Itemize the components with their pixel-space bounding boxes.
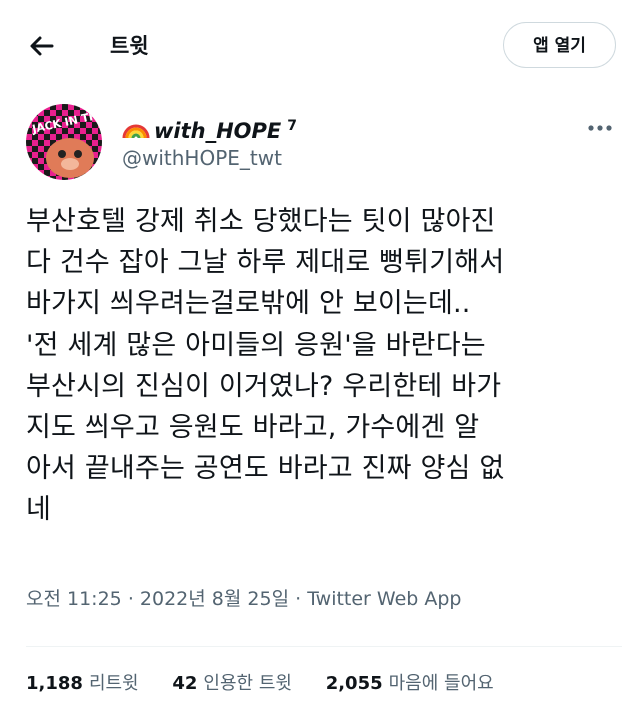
author-name[interactable]: with_HOPE 7 bbox=[122, 110, 298, 143]
tweet-text: 부산호텔 강제 취소 당했다는 팃이 많아진 다 건수 잡아 그날 하루 제대로… bbox=[26, 206, 505, 526]
likes-label: 마음에 들어요 bbox=[388, 673, 494, 694]
retweets-stat[interactable]: 1,188 리트윗 bbox=[26, 668, 139, 700]
meta-separator-2: · bbox=[295, 588, 302, 610]
avatar-image: JACK IN THE BOX bbox=[26, 104, 102, 180]
more-options-button[interactable] bbox=[582, 110, 618, 146]
more-horizontal-icon bbox=[588, 125, 612, 131]
page-title: 트윗 bbox=[110, 34, 149, 58]
quotes-label: 인용한 트윗 bbox=[203, 673, 292, 694]
quotes-stat[interactable]: 42 인용한 트윗 bbox=[172, 668, 292, 700]
back-button[interactable] bbox=[26, 30, 58, 62]
tweet-meta: 오전 11:25 · 2022년 8월 25일 · Twitter Web Ap… bbox=[26, 585, 622, 613]
tweet-source[interactable]: Twitter Web App bbox=[307, 588, 461, 610]
divider bbox=[26, 646, 622, 647]
rainbow-emoji-icon bbox=[122, 117, 150, 139]
arrow-left-icon bbox=[30, 36, 54, 56]
retweets-count: 1,188 bbox=[26, 673, 83, 694]
author-handle[interactable]: @withHOPE_twt bbox=[122, 144, 282, 172]
meta-separator: · bbox=[127, 588, 134, 610]
likes-stat[interactable]: 2,055 마음에 들어요 bbox=[326, 668, 494, 700]
top-bar: 트윗 앱 열기 bbox=[0, 0, 640, 92]
tweet-date[interactable]: 2022년 8월 25일 bbox=[140, 588, 289, 610]
open-app-button[interactable]: 앱 열기 bbox=[503, 22, 616, 68]
retweets-label: 리트윗 bbox=[88, 673, 139, 694]
quotes-count: 42 bbox=[172, 673, 198, 694]
author-display-name: with_HOPE bbox=[154, 119, 282, 143]
likes-count: 2,055 bbox=[325, 673, 383, 694]
tweet-stats: 1,188 리트윗 42 인용한 트윗 2,055 마음에 들어요 bbox=[26, 668, 522, 700]
author-name-superscript: 7 bbox=[287, 118, 298, 134]
avatar[interactable]: JACK IN THE BOX bbox=[26, 104, 102, 180]
tweet-time[interactable]: 오전 11:25 bbox=[26, 588, 122, 610]
